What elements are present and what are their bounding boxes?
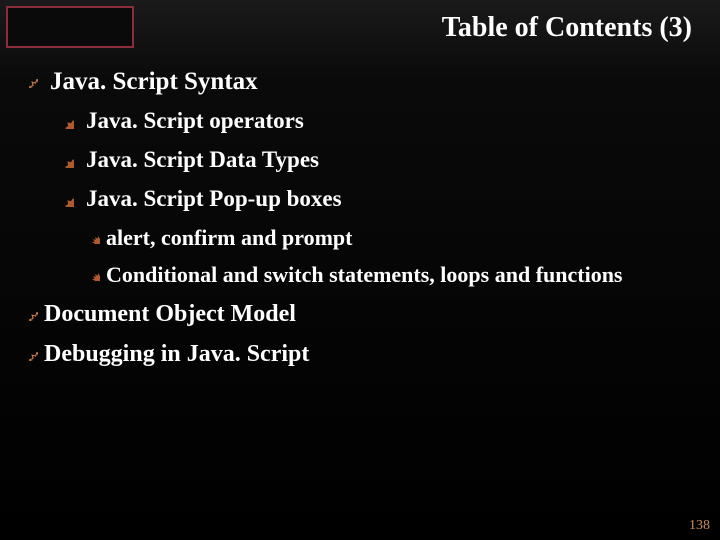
- item-label: Document Object Model: [44, 299, 296, 329]
- list-item: Java. Script Syntax: [20, 66, 700, 97]
- item-label: Java. Script operators: [86, 107, 304, 136]
- starburst-solid-icon: [84, 265, 100, 281]
- page-number: 138: [689, 518, 710, 534]
- item-label: Java. Script Syntax: [50, 66, 258, 97]
- list-item: Java. Script Pop-up boxes: [56, 185, 700, 214]
- list-item: Debugging in Java. Script: [20, 339, 700, 369]
- content-list: Java. Script Syntax Java. Script operato…: [0, 66, 720, 379]
- starburst-outline-icon: [20, 303, 38, 321]
- starburst-outline-icon: [20, 343, 38, 361]
- list-item: alert, confirm and prompt: [84, 224, 700, 252]
- logo-box: [6, 6, 134, 48]
- starburst-outline-icon: [20, 70, 38, 88]
- item-label: Java. Script Data Types: [86, 146, 319, 175]
- star-solid-icon: [56, 111, 74, 129]
- item-label: Conditional and switch statements, loops…: [106, 261, 622, 289]
- page-title: Table of Contents (3): [442, 12, 692, 44]
- list-item: Java. Script operators: [56, 107, 700, 136]
- item-label: alert, confirm and prompt: [106, 224, 352, 252]
- starburst-solid-icon: [84, 228, 100, 244]
- list-item: Document Object Model: [20, 299, 700, 329]
- item-label: Debugging in Java. Script: [44, 339, 309, 369]
- item-label: Java. Script Pop-up boxes: [86, 185, 342, 214]
- star-solid-icon: [56, 189, 74, 207]
- list-item: Java. Script Data Types: [56, 146, 700, 175]
- star-solid-icon: [56, 150, 74, 168]
- list-item: Conditional and switch statements, loops…: [84, 261, 700, 289]
